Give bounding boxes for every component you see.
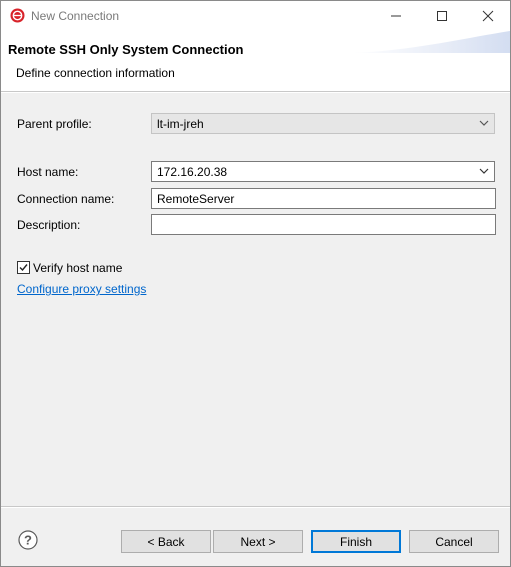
footer-divider [1,506,510,508]
host-name-label: Host name: [17,165,79,179]
configure-proxy-link[interactable]: Configure proxy settings [17,282,146,296]
close-button[interactable] [465,1,511,31]
description-label: Description: [17,218,81,232]
verify-host-label[interactable]: Verify host name [33,261,122,275]
wizard-title: Remote SSH Only System Connection [8,42,244,57]
header-banner-graphic [350,31,510,53]
connection-name-label: Connection name: [17,192,115,206]
window-title: New Connection [31,9,120,23]
header-divider [1,91,510,93]
parent-profile-value: lt-im-jreh [157,117,204,131]
wizard-header: Remote SSH Only System Connection Define… [1,31,510,91]
title-bar: New Connection [1,1,510,31]
minimize-icon [391,15,401,17]
description-field[interactable] [151,214,496,235]
chevron-down-icon [479,120,489,126]
finish-button[interactable]: Finish [311,530,401,553]
svg-text:?: ? [24,533,32,548]
cancel-button[interactable]: Cancel [409,530,499,553]
host-name-value: 172.16.20.38 [157,165,228,179]
verify-host-checkbox[interactable] [17,261,30,274]
maximize-button[interactable] [419,1,465,31]
next-button[interactable]: Next > [213,530,303,553]
help-icon[interactable]: ? [18,530,38,550]
new-connection-dialog: New Connection Remote SSH Only System Co… [0,0,511,567]
maximize-icon [437,11,447,21]
minimize-button[interactable] [373,1,419,31]
eclipse-logo-icon [10,8,25,23]
chevron-down-icon[interactable] [479,167,489,175]
parent-profile-label: Parent profile: [17,117,92,131]
wizard-subtitle: Define connection information [16,66,175,80]
host-name-combo[interactable]: 172.16.20.38 [151,161,495,182]
connection-name-field[interactable] [151,188,496,209]
close-icon [482,10,494,22]
back-button[interactable]: < Back [121,530,211,553]
checkmark-icon [19,264,28,272]
parent-profile-dropdown: lt-im-jreh [151,113,495,134]
